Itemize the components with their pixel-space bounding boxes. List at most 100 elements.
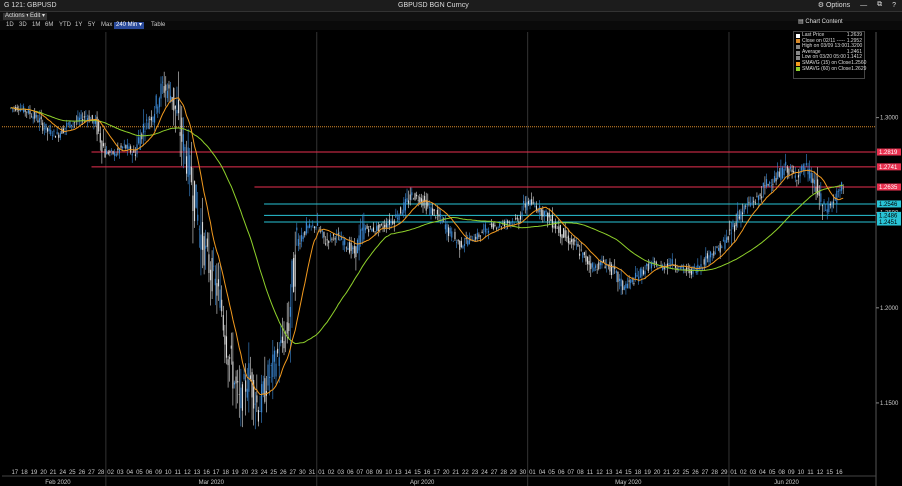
x-day-label: 18 <box>21 470 28 476</box>
chart-content-button[interactable]: ▤ Chart Content <box>798 18 843 25</box>
minimize-icon[interactable]: — <box>860 2 867 9</box>
options-button[interactable]: ⚙ Options <box>818 1 850 9</box>
candle-body <box>350 242 352 251</box>
candle-body <box>347 247 349 250</box>
candle-body <box>526 202 528 211</box>
x-month-label: Apr 2020 <box>410 480 435 486</box>
candle-body <box>510 222 512 225</box>
candle-body <box>342 241 344 246</box>
candle-body <box>305 221 307 234</box>
x-month-label: Mar 2020 <box>199 480 225 486</box>
candle-body <box>114 152 116 156</box>
candle-body <box>205 245 207 249</box>
candle-body <box>508 222 510 223</box>
x-day-label: 17 <box>11 470 18 476</box>
candle-body <box>440 214 442 217</box>
candle-body <box>780 168 782 181</box>
x-day-label: 29 <box>721 470 728 476</box>
x-month-label: Feb 2020 <box>45 480 71 486</box>
candle-body <box>726 237 728 243</box>
candle-body <box>436 209 438 215</box>
x-day-label: 06 <box>146 470 153 476</box>
x-day-label: 05 <box>769 470 776 476</box>
x-day-label: 18 <box>222 470 229 476</box>
candle-body <box>197 214 199 221</box>
x-day-label: 11 <box>807 470 814 476</box>
candle-body <box>524 203 526 208</box>
candle-body <box>109 150 111 153</box>
candle-body <box>187 147 189 177</box>
candle-body <box>571 239 573 242</box>
edit-menu[interactable]: Edit ▾ <box>28 13 48 20</box>
candle-body <box>828 203 830 213</box>
candle-body <box>748 201 750 203</box>
range-3d[interactable]: 3D <box>17 22 29 29</box>
candle-body <box>160 83 162 99</box>
candle-body <box>337 233 339 235</box>
x-day-label: 15 <box>625 470 632 476</box>
legend-swatch <box>796 39 800 44</box>
candle-body <box>261 384 263 413</box>
range-5y[interactable]: 5Y <box>86 22 97 29</box>
candle-body <box>487 230 490 233</box>
candle-body <box>248 363 250 392</box>
candle-body <box>724 240 726 249</box>
candle-body <box>682 266 684 270</box>
candle-body <box>355 246 357 258</box>
range-1d[interactable]: 1D <box>4 22 16 29</box>
candle-body <box>128 146 130 150</box>
candle-body <box>53 130 55 132</box>
price-chart[interactable]: 1.30001.25001.20001.1500 1.28191.27411.2… <box>0 30 902 486</box>
candle-body <box>104 148 106 158</box>
candle-body <box>38 118 41 123</box>
interval-dropdown[interactable]: 240 Min ▾ <box>114 22 145 29</box>
x-month-label: May 2020 <box>615 480 642 486</box>
range-1m[interactable]: 1M <box>30 22 42 29</box>
level-tags: 1.2819 1.2741 1.2635 1.2546 1.24861.2451 <box>877 148 901 226</box>
candle-body <box>746 204 748 206</box>
candle-body <box>831 201 833 208</box>
table-button[interactable]: Table <box>149 22 167 29</box>
candle-body <box>580 249 582 251</box>
level-tag-label: 1.2546 <box>879 202 898 208</box>
x-day-label: 21 <box>50 470 57 476</box>
range-6m[interactable]: 6M <box>43 22 55 29</box>
range-ytd[interactable]: YTD <box>57 22 73 29</box>
x-day-label: 07 <box>357 470 364 476</box>
candle-body <box>312 225 314 226</box>
x-day-label: 13 <box>194 470 201 476</box>
candle-body <box>529 199 531 206</box>
candle-body <box>264 378 266 402</box>
candle-body <box>500 226 502 228</box>
candle-body <box>353 245 355 254</box>
candle-body <box>296 227 298 231</box>
candle-body <box>37 120 39 123</box>
candle-body <box>719 243 721 253</box>
candle-body <box>823 201 825 204</box>
candle-body <box>628 280 630 282</box>
x-day-label: 20 <box>654 470 661 476</box>
candle-body <box>791 169 793 172</box>
candle-body <box>777 171 779 180</box>
candle-body <box>516 217 518 220</box>
candle-body <box>481 231 483 234</box>
candle-body <box>765 179 768 187</box>
help-icon[interactable]: ? <box>892 2 896 9</box>
candle-body <box>45 123 47 130</box>
x-day-label: 11 <box>175 470 182 476</box>
candle-body <box>245 380 247 392</box>
x-day-label: 10 <box>165 470 172 476</box>
x-day-label: 19 <box>232 470 239 476</box>
x-day-label: 25 <box>682 470 689 476</box>
candle-body <box>563 228 565 238</box>
candle-body <box>190 166 192 183</box>
popout-icon[interactable]: ⧉ <box>877 1 882 9</box>
security-name[interactable]: GBPUSD BGN Curncy <box>398 2 469 9</box>
range-max[interactable]: Max <box>99 22 114 29</box>
candle-body <box>131 153 133 156</box>
candle-body <box>703 259 705 265</box>
range-1y[interactable]: 1Y <box>73 22 84 29</box>
candle-body <box>304 231 306 236</box>
candle-body <box>162 81 164 83</box>
candle-body <box>291 260 293 288</box>
